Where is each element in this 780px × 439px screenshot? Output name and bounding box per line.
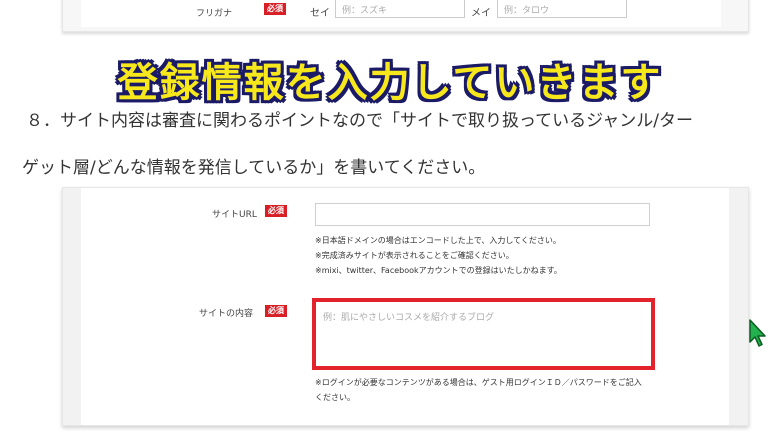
site-content-textarea[interactable]: 例：肌にやさしいコスメを紹介するブログ	[312, 298, 655, 370]
mouse-pointer-icon	[749, 319, 766, 347]
site-content-note: ※ログインが必要なコンテンツがある場合は、ゲスト用ログインＩＤ／パスワードをご記…	[315, 378, 642, 387]
site-content-placeholder: 例：肌にやさしいコスメを紹介するブログ	[323, 313, 495, 323]
site-content-label: サイトの内容	[199, 309, 254, 319]
site-url-note: ※完成済みサイトが表示されることをご確認ください。	[315, 251, 514, 260]
headline-caption: 登録情報を入力していきます	[117, 60, 663, 106]
site-url-label: サイトURL	[212, 210, 257, 220]
furigana-label: フリガナ	[196, 9, 233, 19]
site-content-required-badge: 必須	[265, 305, 287, 317]
mei-input[interactable]: 例：タロウ	[497, 0, 627, 18]
site-content-note: ください。	[315, 393, 355, 402]
site-url-note: ※日本語ドメインの場合はエンコードした上で、入力してください。	[315, 236, 561, 245]
instruction-line-1: ８．サイト内容は審査に関わるポイントなので「サイトで取り扱っているジャンル/ター	[26, 111, 694, 131]
site-url-note: ※mixi、twitter、Facebookアカウントでの登録はいたしかねます。	[315, 266, 562, 275]
sei-label: セイ	[310, 8, 330, 19]
mei-placeholder: 例：タロウ	[504, 6, 550, 16]
site-url-required-badge: 必須	[265, 205, 287, 217]
sei-placeholder: 例：スズキ	[342, 6, 388, 16]
furigana-required-badge: 必須	[264, 3, 286, 15]
site-url-input[interactable]	[315, 203, 650, 226]
sei-input[interactable]: 例：スズキ	[335, 0, 465, 18]
mei-label: メイ	[471, 8, 491, 19]
instruction-line-2: ゲット層/どんな情報を発信しているか」を書いてください。	[22, 158, 486, 178]
